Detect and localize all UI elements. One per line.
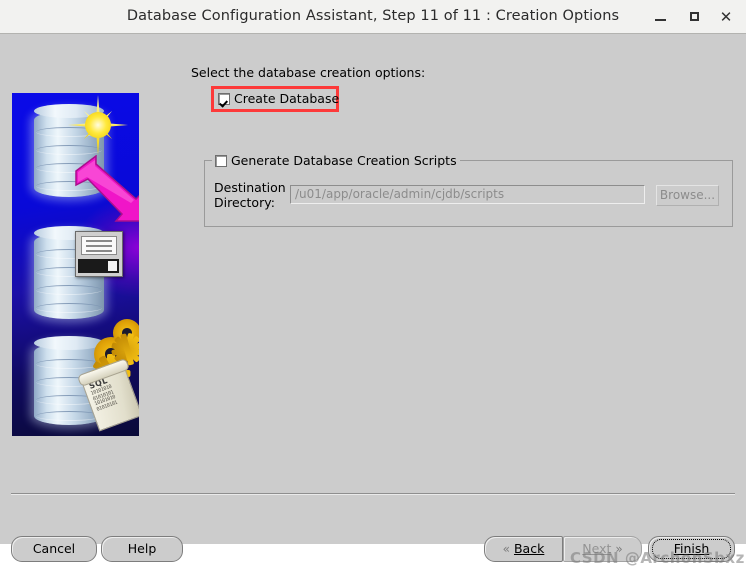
cylinder-band [36,285,102,295]
floppy-disk-icon [75,231,123,277]
title-bar: Database Configuration Assistant, Step 1… [0,0,746,34]
floppy-shutter-window [108,261,117,271]
create-database-checkbox[interactable] [218,92,230,105]
destination-label-line1: Destination [214,180,286,195]
destination-directory-label: Destination Directory: [214,180,286,210]
floppy-label-line [86,245,112,247]
pink-arrow-icon [75,155,139,222]
dbca-window: Database Configuration Assistant, Step 1… [0,0,746,567]
floppy-shutter [78,259,119,273]
star-core [85,112,111,138]
focus-ring [652,539,731,559]
browse-button[interactable]: Browse... [656,185,719,206]
next-button-label: Next [582,541,612,556]
chevron-left-icon: « [502,542,510,556]
generate-scripts-checkbox[interactable] [215,154,227,167]
gear-icon-small [110,319,139,366]
help-button[interactable]: Help [101,536,183,562]
floppy-label-line [86,240,112,242]
destination-label-line2: Directory: [214,195,275,210]
maximize-icon[interactable] [684,8,704,26]
destination-directory-input[interactable]: /u01/app/oracle/admin/cjdb/scripts [290,185,645,204]
gear-teeth [110,319,139,366]
window-title: Database Configuration Assistant, Step 1… [126,8,620,24]
chevron-right-icon: » [615,542,623,556]
intro-label: Select the database creation options: [191,65,426,80]
generate-scripts-option[interactable]: Generate Database Creation Scripts [212,153,460,168]
create-database-label: Create Database [234,91,340,106]
minimize-icon[interactable] [650,8,670,26]
close-icon[interactable]: ✕ [716,8,736,26]
next-button: Next » [563,536,642,562]
minimize-glyph [654,19,666,21]
finish-button[interactable]: Finish [648,536,735,562]
window-content: SQL 10101010 01010101 10101010 01010101 … [0,34,746,567]
back-button-label: Back [513,541,545,556]
floppy-label [81,236,117,255]
star-sparkle-icon [67,94,129,156]
cylinder-band [36,359,102,369]
back-button[interactable]: « Back [484,536,563,562]
cancel-button[interactable]: Cancel [11,536,97,562]
maximize-glyph [689,12,699,21]
footer-separator [11,493,735,495]
sidebar-artwork: SQL 10101010 01010101 10101010 01010101 [12,93,139,436]
generate-scripts-label: Generate Database Creation Scripts [231,153,457,168]
floppy-label-line [86,250,112,252]
create-database-option[interactable]: Create Database [218,91,339,106]
cylinder-band [36,303,102,313]
